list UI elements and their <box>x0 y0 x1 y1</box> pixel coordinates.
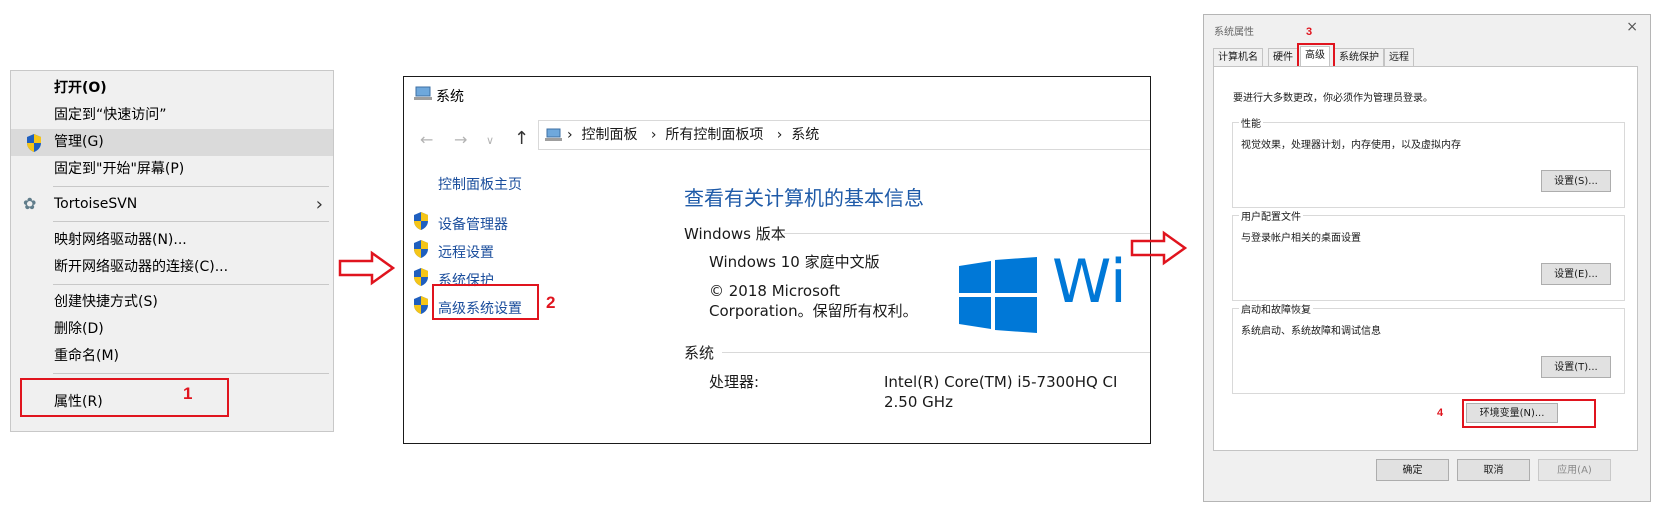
chevron-down-icon[interactable]: ∨ <box>486 134 494 147</box>
window-title: 系统 <box>436 89 464 105</box>
windows-logo-icon <box>959 257 1037 333</box>
system-properties-dialog: 系统属性 × 3 计算机名 硬件 高级 系统保护 远程 要进行大多数更改，你必须… <box>1203 14 1651 502</box>
menu-item-label: 管理(G) <box>54 134 104 150</box>
step-number-2: 2 <box>546 293 556 312</box>
shield-icon <box>414 212 428 230</box>
advanced-tab-panel: 要进行大多数更改，你必须作为管理员登录。 性能 视觉效果，处理器计划，内存使用，… <box>1213 66 1638 451</box>
breadcrumb-separator: › <box>767 127 792 143</box>
menu-item-label: 断开网络驱动器的连接(C)... <box>54 259 229 275</box>
menu-item-label: 打开(O) <box>54 80 107 96</box>
tab-computer-name[interactable]: 计算机名 <box>1213 48 1263 67</box>
group-label: 性能 <box>1239 115 1263 130</box>
breadcrumb-item[interactable]: 所有控制面板项 <box>665 127 763 143</box>
user-profiles-settings-button[interactable]: 设置(E)... <box>1541 263 1611 285</box>
control-panel-home-link[interactable]: 控制面板主页 <box>438 174 522 194</box>
menu-separator <box>53 373 329 374</box>
up-arrow-icon[interactable]: ↑ <box>514 128 529 149</box>
menu-item-tortoisesvn[interactable]: ✿ TortoiseSVN › <box>11 191 333 218</box>
step-number-4: 4 <box>1437 407 1444 419</box>
menu-item-label: 固定到“快速访问” <box>54 107 167 123</box>
device-manager-link[interactable]: 设备管理器 <box>438 214 508 234</box>
menu-item-manage[interactable]: 管理(G) <box>11 129 333 156</box>
menu-item-pin-quick-access[interactable]: 固定到“快速访问” <box>11 102 333 129</box>
shield-icon <box>414 296 428 314</box>
menu-item-label: 创建快捷方式(S) <box>54 294 158 310</box>
close-icon[interactable]: × <box>1626 19 1638 35</box>
admin-note: 要进行大多数更改，你必须作为管理员登录。 <box>1233 93 1433 104</box>
menu-item-open[interactable]: 打开(O) <box>11 75 333 102</box>
menu-item-rename[interactable]: 重命名(M) <box>11 343 333 370</box>
control-panel-icon <box>545 128 562 141</box>
group-label: 启动和故障恢复 <box>1239 301 1313 316</box>
windows-logo-text: Wi <box>1052 247 1127 317</box>
copyright-line-2: Corporation。保留所有权利。 <box>709 302 918 320</box>
ok-button[interactable]: 确定 <box>1376 459 1449 481</box>
breadcrumb-item[interactable]: 系统 <box>791 127 819 143</box>
highlight-box-1 <box>20 378 229 417</box>
group-description: 系统启动、系统故障和调试信息 <box>1241 326 1381 337</box>
highlight-box-4 <box>1462 399 1596 428</box>
menu-item-label: 固定到"开始"屏幕(P) <box>54 161 185 177</box>
tab-remote[interactable]: 远程 <box>1384 48 1414 67</box>
dialog-title: 系统属性 <box>1214 27 1254 38</box>
processor-value-line-2: 2.50 GHz <box>884 393 953 411</box>
copyright-line-1: © 2018 Microsoft <box>709 282 840 300</box>
menu-separator <box>53 284 329 285</box>
shield-icon <box>414 240 428 258</box>
menu-item-map-drive[interactable]: 映射网络驱动器(N)... <box>11 227 333 254</box>
tab-hardware[interactable]: 硬件 <box>1268 48 1298 67</box>
group-description: 与登录帐户相关的桌面设置 <box>1241 233 1361 244</box>
page-heading: 查看有关计算机的基本信息 <box>684 186 924 210</box>
group-description: 视觉效果，处理器计划，内存使用，以及虚拟内存 <box>1241 140 1461 151</box>
forward-arrow-icon[interactable]: → <box>454 130 467 149</box>
menu-item-label: TortoiseSVN <box>54 196 138 212</box>
shield-icon <box>27 134 41 152</box>
section-divider <box>722 352 1150 353</box>
back-arrow-icon[interactable]: ← <box>420 130 433 149</box>
menu-item-create-shortcut[interactable]: 创建快捷方式(S) <box>11 289 333 316</box>
menu-item-label: 映射网络驱动器(N)... <box>54 232 187 248</box>
breadcrumb-separator: › <box>641 127 666 143</box>
system-section-title: 系统 <box>684 344 715 362</box>
address-bar[interactable]: › 控制面板 › 所有控制面板项 › 系统 <box>538 120 1150 150</box>
highlight-box-2 <box>432 284 539 320</box>
startup-recovery-settings-button[interactable]: 设置(T)... <box>1541 356 1611 378</box>
windows-edition-value: Windows 10 家庭中文版 <box>709 253 880 271</box>
cancel-button[interactable]: 取消 <box>1457 459 1530 481</box>
computer-icon <box>414 86 432 100</box>
tortoise-icon: ✿ <box>23 194 37 213</box>
step-number-3: 3 <box>1306 26 1313 38</box>
user-profiles-group: 用户配置文件 与登录帐户相关的桌面设置 设置(E)... <box>1232 208 1625 301</box>
menu-item-delete[interactable]: 删除(D) <box>11 316 333 343</box>
chevron-right-icon: › <box>315 194 323 215</box>
startup-recovery-group: 启动和故障恢复 系统启动、系统故障和调试信息 设置(T)... <box>1232 301 1625 394</box>
performance-settings-button[interactable]: 设置(S)... <box>1541 170 1611 192</box>
arrow-right-icon <box>1130 230 1188 266</box>
breadcrumb-item[interactable]: 控制面板 <box>582 127 638 143</box>
menu-item-disconnect-drive[interactable]: 断开网络驱动器的连接(C)... <box>11 254 333 281</box>
menu-item-label: 重命名(M) <box>54 348 120 364</box>
arrow-right-icon <box>338 250 396 286</box>
remote-settings-link[interactable]: 远程设置 <box>438 242 494 262</box>
section-divider <box>784 233 1150 234</box>
breadcrumb: › 控制面板 › 所有控制面板项 › 系统 <box>567 121 819 149</box>
group-label: 用户配置文件 <box>1239 208 1303 223</box>
context-menu: 打开(O) 固定到“快速访问” 管理(G) 固定到"开始"屏幕(P) ✿ Tor… <box>10 70 334 432</box>
step-number-1: 1 <box>183 384 193 403</box>
menu-item-pin-start[interactable]: 固定到"开始"屏幕(P) <box>11 156 333 183</box>
tab-system-protection[interactable]: 系统保护 <box>1334 48 1384 67</box>
breadcrumb-separator: › <box>567 127 582 143</box>
menu-separator <box>53 186 329 187</box>
windows-edition-section-title: Windows 版本 <box>684 225 786 243</box>
processor-label: 处理器: <box>709 373 760 391</box>
system-window: 系统 ← → ∨ ↑ › 控制面板 › 所有控制面板项 › 系统 控制面板主页 … <box>403 76 1151 444</box>
processor-value-line-1: Intel(R) Core(TM) i5-7300HQ CI <box>884 373 1118 391</box>
menu-item-label: 删除(D) <box>54 321 104 337</box>
menu-separator <box>53 221 329 222</box>
shield-icon <box>414 268 428 286</box>
apply-button[interactable]: 应用(A) <box>1538 459 1611 481</box>
performance-group: 性能 视觉效果，处理器计划，内存使用，以及虚拟内存 设置(S)... <box>1232 115 1625 208</box>
